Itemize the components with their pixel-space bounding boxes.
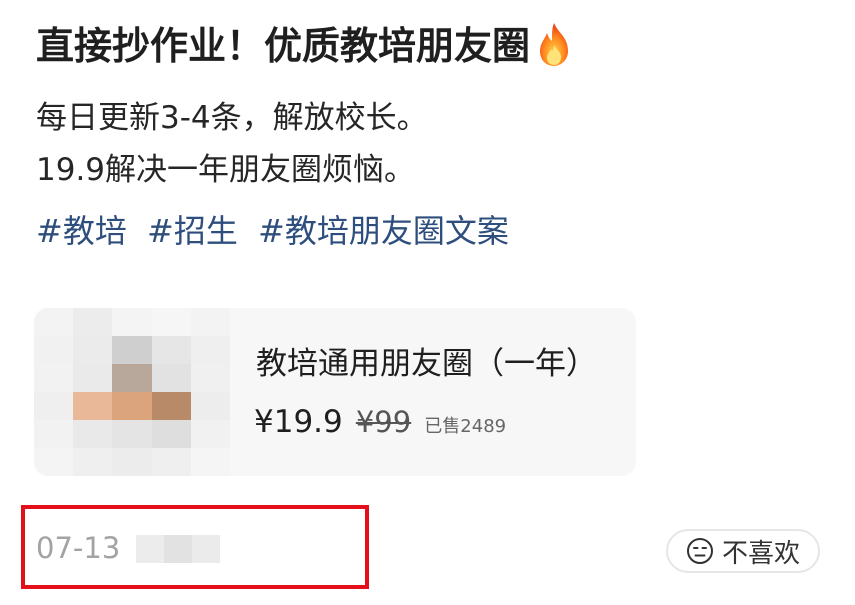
product-thumbnail (34, 308, 230, 476)
dislike-button[interactable]: 不喜欢 (666, 529, 820, 573)
product-price: ¥19.9 (254, 404, 343, 440)
neutral-face-icon (686, 538, 713, 564)
sold-count: 2489 (460, 416, 507, 437)
fire-icon (540, 23, 569, 66)
sold-label: 已售 (424, 416, 461, 437)
tag-list: #教培 #招生 #教培朋友圈文案 (36, 205, 519, 257)
post-title: 直接抄作业！优质教培朋友圈 (36, 18, 574, 74)
post-body-line: 19.9解决一年朋友圈烦恼。 (36, 152, 416, 188)
post-body-line: 每日更新3-4条，解放校长。 (36, 100, 428, 136)
dislike-label: 不喜欢 (721, 538, 800, 569)
product-name: 教培通用朋友圈（一年） (256, 346, 597, 382)
highlight-box (21, 505, 369, 589)
post-title-text: 直接抄作业！优质教培朋友圈 (36, 24, 531, 68)
tag-link[interactable]: #教培朋友圈文案 (258, 212, 509, 250)
tag-link[interactable]: #教培 (36, 212, 127, 250)
tag-link[interactable]: #招生 (147, 212, 238, 250)
product-original-price: ¥99 (355, 405, 412, 439)
price-row: ¥19.9 ¥99 已售2489 (254, 400, 506, 449)
post-body: 每日更新3-4条，解放校长。 19.9解决一年朋友圈烦恼。 (36, 92, 428, 196)
product-card[interactable]: 教培通用朋友圈（一年） ¥19.9 ¥99 已售2489 (34, 308, 636, 476)
